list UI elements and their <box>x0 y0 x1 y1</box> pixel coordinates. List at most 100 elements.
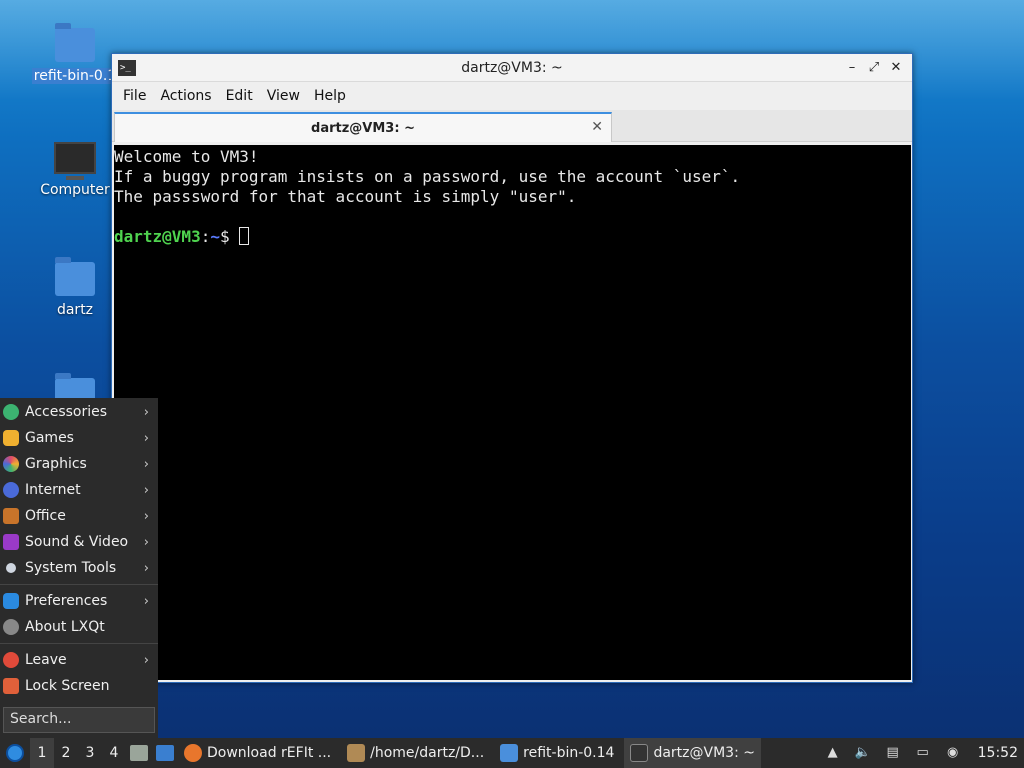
menu-help[interactable]: Help <box>307 88 353 104</box>
folder-icon <box>500 744 519 762</box>
menu-item-about-lxqt[interactable]: About LXQt <box>0 614 158 640</box>
volume-icon[interactable]: 🔈 <box>853 744 873 762</box>
chevron-right-icon: › <box>143 456 149 472</box>
start-button[interactable] <box>0 738 30 768</box>
system-tools-icon <box>6 563 16 573</box>
menu-item-sound-video[interactable]: Sound & Video › <box>0 529 158 555</box>
desktop-icon-label: Computer <box>40 182 110 198</box>
menu-separator <box>0 584 158 585</box>
chevron-right-icon: › <box>143 430 149 446</box>
chevron-right-icon: › <box>143 534 149 550</box>
minimize-button[interactable]: – <box>842 58 862 78</box>
clipboard-icon[interactable]: ▤ <box>883 744 903 762</box>
network-icon[interactable]: ▭ <box>913 744 933 762</box>
clock[interactable]: 15:52 <box>968 745 1024 761</box>
chevron-right-icon: › <box>143 593 149 609</box>
task-refit-folder[interactable]: refit-bin-0.14 <box>494 738 620 768</box>
info-icon <box>3 619 19 635</box>
task-label: /home/dartz/D... <box>370 745 485 761</box>
power-icon <box>3 652 19 668</box>
desktop-3-button[interactable]: 3 <box>78 738 102 768</box>
window-title: dartz@VM3: ~ <box>461 59 563 76</box>
terminal-icon <box>630 744 649 762</box>
text-cursor <box>239 227 250 245</box>
menu-item-office[interactable]: Office › <box>0 503 158 529</box>
file-manager-icon <box>130 745 148 761</box>
menubar: File Actions Edit View Help <box>112 82 912 110</box>
taskbar: 1 2 3 4 Download rEFIt ... /home/dartz/D… <box>0 738 1024 768</box>
office-icon <box>3 508 19 524</box>
menu-item-lock-screen[interactable]: Lock Screen <box>0 673 158 699</box>
quicklaunch-file-manager[interactable] <box>126 738 152 768</box>
archive-icon <box>347 744 366 762</box>
maximize-button[interactable]: ⤢ <box>864 58 884 78</box>
menu-item-internet[interactable]: Internet › <box>0 477 158 503</box>
internet-icon <box>3 482 19 498</box>
menu-item-label: Sound & Video <box>25 534 129 550</box>
menu-item-label: System Tools <box>25 560 117 576</box>
chevron-right-icon: › <box>143 482 149 498</box>
desktop-icon-refit-folder[interactable]: refit-bin-0.1 <box>30 23 120 84</box>
prompt-user: dartz@VM3 <box>114 227 201 246</box>
scroll-arrow-icon[interactable]: ▲ <box>823 744 843 762</box>
task-firefox[interactable]: Download rEFIt ... <box>178 738 337 768</box>
chevron-right-icon: › <box>143 404 149 420</box>
menu-separator <box>0 643 158 644</box>
system-tray: ▲ 🔈 ▤ ▭ ◉ 15:52 <box>818 738 1024 768</box>
menu-item-label: Games <box>25 430 74 446</box>
desktop-icon-computer[interactable]: Computer <box>30 142 120 198</box>
lxqt-logo-icon <box>6 744 24 762</box>
task-label: Download rEFIt ... <box>207 745 332 761</box>
tab-label: dartz@VM3: ~ <box>311 120 415 136</box>
menu-item-games[interactable]: Games › <box>0 425 158 451</box>
menu-view[interactable]: View <box>260 88 307 104</box>
desktop-icon-label: dartz <box>56 302 94 318</box>
menu-item-label: Internet <box>25 482 81 498</box>
start-menu: Accessories › Games › Graphics › Interne… <box>0 398 158 738</box>
show-desktop-icon <box>156 745 174 761</box>
menu-item-accessories[interactable]: Accessories › <box>0 399 158 425</box>
menu-item-label: Lock Screen <box>25 678 110 694</box>
menu-edit[interactable]: Edit <box>219 88 260 104</box>
update-notifier-icon[interactable]: ◉ <box>943 744 963 762</box>
menu-item-graphics[interactable]: Graphics › <box>0 451 158 477</box>
desktop-2-button[interactable]: 2 <box>54 738 78 768</box>
preferences-icon <box>3 593 19 609</box>
window-titlebar[interactable]: >_ dartz@VM3: ~ – ⤢ ✕ <box>112 54 912 82</box>
games-icon <box>3 430 19 446</box>
firefox-icon <box>184 744 202 762</box>
menu-file[interactable]: File <box>116 88 153 104</box>
menu-search-input[interactable]: Search... <box>3 707 155 733</box>
tab-close-icon[interactable]: ✕ <box>591 119 603 135</box>
tab-terminal[interactable]: dartz@VM3: ~ ✕ <box>114 112 612 142</box>
menu-item-label: About LXQt <box>25 619 105 635</box>
menu-item-label: Accessories <box>25 404 108 420</box>
quicklaunch-show-desktop[interactable] <box>152 738 178 768</box>
task-label: dartz@VM3: ~ <box>653 745 755 761</box>
menu-actions[interactable]: Actions <box>153 88 218 104</box>
desktop-icon-home[interactable]: dartz <box>30 257 120 318</box>
home-folder-icon <box>55 257 95 296</box>
menu-item-leave[interactable]: Leave › <box>0 647 158 673</box>
desktop-icon-label: refit-bin-0.1 <box>31 68 119 84</box>
desktop-1-button[interactable]: 1 <box>30 738 54 768</box>
menu-item-system-tools[interactable]: System Tools › <box>0 555 158 581</box>
prompt-separator: : <box>200 227 211 246</box>
prompt-symbol: $ <box>219 227 240 246</box>
chevron-right-icon: › <box>143 652 149 668</box>
task-label: refit-bin-0.14 <box>523 745 615 761</box>
task-terminal[interactable]: dartz@VM3: ~ <box>624 738 761 768</box>
desktop-switcher: 1 2 3 4 <box>30 738 126 768</box>
sound-video-icon <box>3 534 19 550</box>
terminal-output[interactable]: Welcome to VM3! If a buggy program insist… <box>114 145 911 680</box>
terminal-window[interactable]: >_ dartz@VM3: ~ – ⤢ ✕ File Actions Edit … <box>111 53 913 683</box>
menu-item-label: Leave <box>25 652 67 668</box>
menu-item-preferences[interactable]: Preferences › <box>0 588 158 614</box>
desktop-4-button[interactable]: 4 <box>102 738 126 768</box>
prompt-path: ~ <box>210 227 220 246</box>
close-button[interactable]: ✕ <box>886 58 906 78</box>
task-file-manager[interactable]: /home/dartz/D... <box>341 738 490 768</box>
menu-item-label: Office <box>25 508 66 524</box>
graphics-icon <box>3 456 19 472</box>
